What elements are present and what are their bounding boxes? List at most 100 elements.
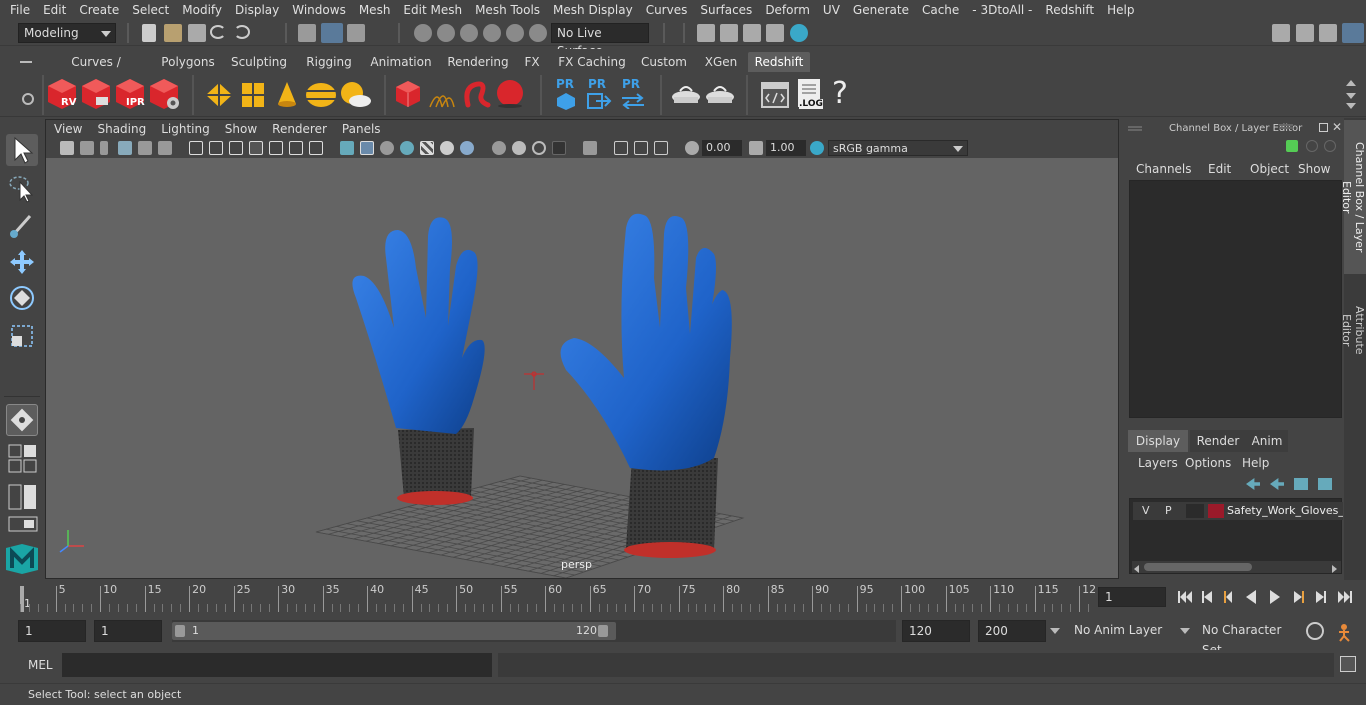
xray-icon[interactable] [614, 141, 628, 155]
drag-handle[interactable] [1128, 126, 1142, 128]
manipulator-icon[interactable] [1286, 140, 1298, 152]
channel-box-list[interactable] [1129, 180, 1342, 418]
layer-scrollbar[interactable] [1132, 561, 1341, 573]
modeling-toolkit-icon[interactable] [1296, 24, 1314, 42]
menu-help[interactable]: Help [1101, 3, 1141, 17]
undo-icon[interactable] [210, 25, 226, 39]
character-set-select[interactable]: No Character Set [1196, 620, 1298, 657]
menu-deform[interactable]: Deform [759, 3, 817, 17]
open-scene-icon[interactable] [164, 24, 182, 42]
range-start-handle[interactable] [175, 625, 185, 637]
scroll-thumb[interactable] [1144, 563, 1252, 571]
layer-menu-options[interactable]: Options [1185, 456, 1231, 470]
four-view-layout-icon[interactable] [8, 444, 38, 474]
gamma-field[interactable]: 1.00 [766, 140, 806, 156]
range-bar[interactable]: 1 120 [172, 622, 616, 640]
lasso-tool[interactable] [6, 172, 38, 204]
menu-windows[interactable]: Windows [286, 3, 353, 17]
snap-grid-icon[interactable] [414, 24, 432, 42]
channel-menu-edit[interactable]: Edit [1208, 162, 1231, 176]
shelf-tab-fx-caching[interactable]: FX Caching [554, 52, 630, 72]
snap-surface-icon[interactable] [506, 24, 524, 42]
menu-edit[interactable]: Edit [37, 3, 73, 17]
menu-mesh-display[interactable]: Mesh Display [547, 3, 640, 17]
pr-sync-icon[interactable]: PR [618, 77, 648, 111]
select-component-icon[interactable] [347, 24, 365, 42]
playback-end-field[interactable]: 120 [902, 620, 970, 642]
viewport-menu-lighting[interactable]: Lighting [153, 122, 217, 136]
color-management-icon[interactable] [810, 141, 824, 155]
exposure-field[interactable]: 0.00 [702, 140, 742, 156]
live-surface-field[interactable]: No Live Surface [551, 23, 649, 58]
float-panel-icon[interactable] [1319, 123, 1328, 132]
new-layer-selected-icon[interactable] [1318, 478, 1332, 490]
depth-of-field-icon[interactable] [552, 141, 566, 155]
image-plane-icon[interactable] [118, 141, 132, 155]
shadows-icon[interactable] [460, 141, 474, 155]
grease-pencil-icon[interactable] [158, 141, 172, 155]
menu-create[interactable]: Create [73, 3, 126, 17]
two-view-layout-icon[interactable] [8, 484, 38, 510]
redshift-hair-icon[interactable] [426, 83, 456, 109]
shelf-tab-animation[interactable]: Animation [363, 52, 439, 72]
redshift-render-settings-icon[interactable] [148, 77, 180, 111]
resolution-gate-icon[interactable] [229, 141, 243, 155]
script-editor-icon[interactable] [760, 81, 790, 109]
redshift-render-view-icon[interactable]: RV [46, 77, 78, 111]
paint-select-tool[interactable] [6, 208, 38, 240]
pie-settings-icon[interactable] [704, 81, 736, 109]
menu-edit-mesh[interactable]: Edit Mesh [397, 3, 469, 17]
end-time-field[interactable]: 200 [978, 620, 1046, 642]
default-material-icon[interactable] [380, 141, 394, 155]
color-space-select[interactable]: sRGB gamma [828, 140, 968, 156]
shelf-tab-xgen[interactable]: XGen [698, 52, 744, 72]
shelf-tab-curves-surfaces[interactable]: Curves / Surfaces [46, 52, 146, 89]
render-frame-icon[interactable] [720, 24, 738, 42]
snap-edge-icon[interactable] [529, 24, 547, 42]
drag-handle[interactable] [1279, 124, 1293, 126]
command-input[interactable] [62, 653, 492, 677]
viewport-menu-shading[interactable]: Shading [89, 122, 153, 136]
shelf-tab-polygons[interactable]: Polygons [156, 52, 220, 72]
menu-modify[interactable]: Modify [176, 3, 229, 17]
channel-menu-show[interactable]: Show [1298, 162, 1330, 176]
layer-playback-toggle[interactable]: P [1165, 504, 1172, 517]
menu-mesh-tools[interactable]: Mesh Tools [469, 3, 547, 17]
script-editor-icon[interactable] [1340, 656, 1356, 672]
chevron-down-icon[interactable] [1180, 628, 1190, 634]
lights-icon[interactable] [440, 141, 454, 155]
shelf-tab-fx[interactable]: FX [518, 52, 546, 72]
safe-action-icon[interactable] [289, 141, 303, 155]
current-frame-field[interactable]: 1 [1098, 587, 1166, 607]
shelf-tab-rigging[interactable]: Rigging [298, 52, 360, 72]
redshift-dome-light-icon[interactable] [304, 79, 338, 109]
workspace-icon[interactable] [1272, 24, 1290, 42]
ambient-occlusion-icon[interactable] [492, 141, 506, 155]
film-gate-icon[interactable] [209, 141, 223, 155]
render-settings-icon[interactable] [766, 24, 784, 42]
pr-export-icon[interactable]: PR [552, 77, 580, 111]
new-layer-icon[interactable] [1294, 478, 1308, 490]
close-icon[interactable]: ✕ [1332, 120, 1342, 134]
gate-mask-icon[interactable] [249, 141, 263, 155]
channel-menu-channels[interactable]: Channels [1136, 162, 1192, 176]
redshift-layers-icon[interactable] [240, 81, 266, 109]
attribute-editor-toggle-icon[interactable] [1319, 24, 1337, 42]
hypershade-icon[interactable] [790, 24, 808, 42]
scroll-right-icon[interactable] [1332, 565, 1337, 573]
gamma-icon[interactable] [749, 141, 763, 155]
redshift-spot-light-icon[interactable] [274, 79, 300, 109]
help-icon[interactable]: ? [832, 75, 856, 113]
pie-icon[interactable] [670, 81, 702, 109]
redshift-batch-render-icon[interactable] [80, 77, 112, 111]
select-object-icon[interactable] [321, 23, 343, 43]
redshift-ipr-icon[interactable]: IPR [114, 77, 148, 111]
layer-menu-layers[interactable]: Layers [1138, 456, 1178, 470]
speed-icon[interactable] [1306, 140, 1318, 152]
viewport-menu-panels[interactable]: Panels [334, 122, 388, 136]
save-scene-icon[interactable] [188, 24, 206, 42]
xray-joints-icon[interactable] [654, 141, 668, 155]
grid-icon[interactable] [189, 141, 203, 155]
isolate-select-icon[interactable] [583, 141, 597, 155]
redshift-sphere-icon[interactable] [494, 79, 526, 109]
